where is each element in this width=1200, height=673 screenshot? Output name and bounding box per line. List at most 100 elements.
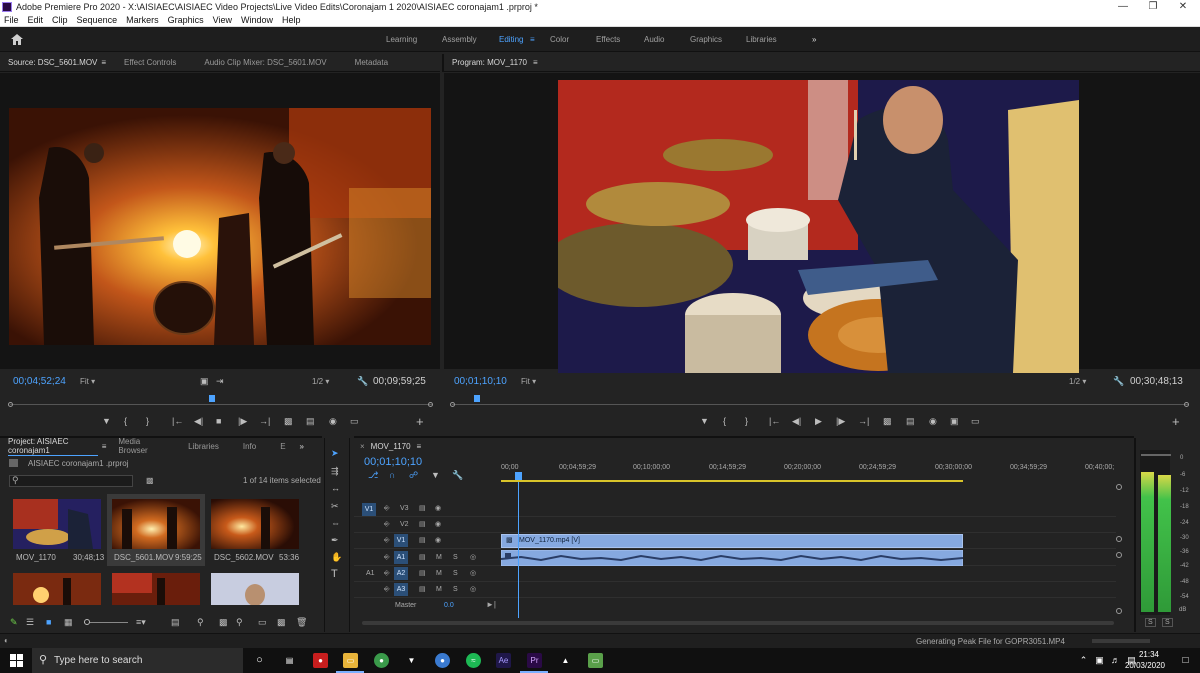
program-wrench-icon[interactable]: 🔧 [1113, 376, 1124, 387]
source-insert-clip-icon[interactable]: ▩ [284, 416, 293, 427]
lock-icon[interactable]: ⎆ [384, 570, 390, 578]
menu-sequence[interactable]: Sequence [77, 15, 118, 25]
timeline-vscroll-handle-top[interactable] [1116, 484, 1122, 490]
sync-icon[interactable]: ▤ [419, 536, 426, 544]
project-search-input[interactable]: ⚲ [9, 475, 133, 487]
clip-thumbnail-dsc5602[interactable] [211, 499, 299, 549]
pen-tool-icon[interactable]: ✒ [331, 535, 339, 546]
zoom-slider-handle[interactable] [84, 619, 90, 625]
sort-icons-icon[interactable]: ≡▾ [136, 617, 146, 628]
solo-button[interactable]: S [453, 554, 458, 561]
mute-button[interactable]: M [436, 586, 442, 593]
workspace-color[interactable]: Color [550, 35, 569, 44]
timeline-close-icon[interactable]: × [360, 442, 365, 451]
tab-effect-controls[interactable]: Effect Controls [124, 58, 176, 67]
app-icon[interactable]: ● [435, 653, 450, 668]
app-icon[interactable]: ▲ [558, 653, 573, 668]
tab-libraries[interactable]: Libraries [188, 442, 219, 451]
mute-button[interactable]: M [436, 570, 442, 577]
program-add-button-icon[interactable]: + [1172, 414, 1180, 429]
source-add-marker-icon[interactable]: ▼ [102, 416, 111, 426]
voiceover-mic-icon[interactable]: ◎ [470, 585, 476, 593]
timeline-vscroll-handle[interactable] [1116, 608, 1122, 614]
slip-tool-icon[interactable]: ⇔ [331, 518, 340, 528]
after-effects-icon[interactable]: Ae [496, 653, 511, 668]
source-resolution-dropdown[interactable]: 1/2 ▾ [312, 377, 329, 386]
task-view-icon[interactable]: ▤ [282, 653, 297, 668]
track-label[interactable]: V1 [394, 534, 408, 547]
workspace-overflow-icon[interactable]: » [812, 35, 816, 44]
voiceover-mic-icon[interactable]: ◎ [470, 569, 476, 577]
workspace-menu-icon[interactable]: ≡ [530, 35, 535, 44]
program-scrub-end-handle[interactable] [1184, 402, 1189, 407]
cortana-icon[interactable]: ○ [252, 653, 267, 668]
sync-icon[interactable]: ▤ [419, 553, 426, 561]
taskbar-search-box[interactable]: ⚲ Type here to search [32, 648, 243, 673]
video-clip[interactable]: ▩ MOV_1170.mp4 [V] [501, 534, 963, 548]
source-video-frame[interactable] [9, 108, 431, 345]
snap-icon[interactable]: ∩ [389, 470, 395, 480]
source-overwrite-icon[interactable]: ▤ [306, 416, 315, 427]
program-extract-icon[interactable]: ▤ [906, 416, 915, 427]
selection-tool-icon[interactable]: ➤ [331, 448, 339, 459]
timeline-vscroll-handle[interactable] [1116, 536, 1122, 542]
menu-view[interactable]: View [213, 15, 232, 25]
source-fit-dropdown[interactable]: Fit ▾ [80, 377, 95, 386]
program-go-to-in-icon[interactable]: |← [769, 416, 780, 426]
timeline-vscroll-handle[interactable] [1116, 552, 1122, 558]
workspace-audio[interactable]: Audio [644, 35, 664, 44]
eye-icon[interactable]: ◉ [435, 536, 441, 544]
workspace-editing[interactable]: Editing [499, 35, 523, 44]
source-insert-icon[interactable]: ⇥ [216, 376, 224, 387]
program-button-icon[interactable]: ▭ [971, 416, 980, 427]
master-volume[interactable]: 0.0 [444, 602, 454, 609]
eye-icon[interactable]: ◉ [435, 504, 441, 512]
show-hidden-icons-icon[interactable]: ⌃ [1076, 653, 1091, 668]
source-mark-out-icon[interactable]: } [146, 416, 149, 426]
notifications-icon[interactable]: □ [1178, 653, 1193, 668]
source-stop-icon[interactable]: ■ [216, 416, 221, 426]
source-scrub-end-handle[interactable] [428, 402, 433, 407]
file-explorer-icon[interactable]: ▭ [343, 653, 358, 668]
tab-media-browser[interactable]: Media Browser [118, 437, 164, 455]
panel-menu-icon[interactable]: ≡ [101, 58, 106, 67]
new-item-icon[interactable]: ▩ [277, 617, 286, 628]
chrome-icon[interactable]: ● [374, 653, 389, 668]
sync-icon[interactable]: ▤ [419, 585, 426, 593]
new-bin-icon[interactable]: ▩ [146, 476, 154, 485]
track-label[interactable]: A3 [394, 583, 408, 596]
timeline-timecode[interactable]: 00;01;10;10 [364, 456, 422, 468]
timeline-time-ruler[interactable]: 00;00 00;04;59;29 00;10;00;00 00;14;59;2… [501, 462, 1115, 482]
restore-button[interactable]: ❐ [1138, 0, 1168, 14]
tab-info[interactable]: Info [243, 442, 256, 451]
tab-metadata[interactable]: Metadata [355, 58, 388, 67]
source-wrench-icon[interactable]: 🔧 [357, 376, 368, 387]
menu-clip[interactable]: Clip [52, 15, 68, 25]
sync-icon[interactable]: ▤ [419, 520, 426, 528]
workspace-learning[interactable]: Learning [386, 35, 417, 44]
tab-effects-truncated[interactable]: E [280, 442, 285, 451]
track-label[interactable]: A1 [394, 551, 408, 564]
eye-icon[interactable]: ◉ [435, 520, 441, 528]
program-step-back-icon[interactable]: ◀| [792, 416, 801, 427]
mute-button[interactable]: M [436, 554, 442, 561]
lock-icon[interactable]: ⎆ [384, 505, 390, 513]
taskbar-clock-time[interactable]: 21:34 [1134, 650, 1164, 659]
work-area-bar[interactable] [501, 480, 963, 482]
menu-file[interactable]: File [4, 15, 19, 25]
lock-icon[interactable]: ⎆ [384, 521, 390, 529]
workspace-effects[interactable]: Effects [596, 35, 620, 44]
source-settings-icon[interactable]: ▣ [200, 376, 209, 387]
timeline-menu-icon[interactable]: ≡ [417, 442, 422, 451]
program-mark-out-icon[interactable]: } [745, 416, 748, 426]
list-view-icon[interactable]: ☰ [26, 617, 34, 628]
program-resolution-dropdown[interactable]: 1/2 ▾ [1069, 377, 1086, 386]
app-icon[interactable]: ▭ [588, 653, 603, 668]
source-step-forward-icon[interactable]: |▶ [238, 416, 247, 427]
add-marker-icon[interactable]: ▼ [431, 470, 440, 480]
menu-markers[interactable]: Markers [126, 15, 159, 25]
write-on-icon[interactable]: ✎ [10, 617, 18, 628]
voiceover-mic-icon[interactable]: ◎ [470, 553, 476, 561]
source-patch-v1[interactable]: V1 [362, 503, 376, 516]
clip-thumbnail[interactable] [112, 573, 200, 605]
